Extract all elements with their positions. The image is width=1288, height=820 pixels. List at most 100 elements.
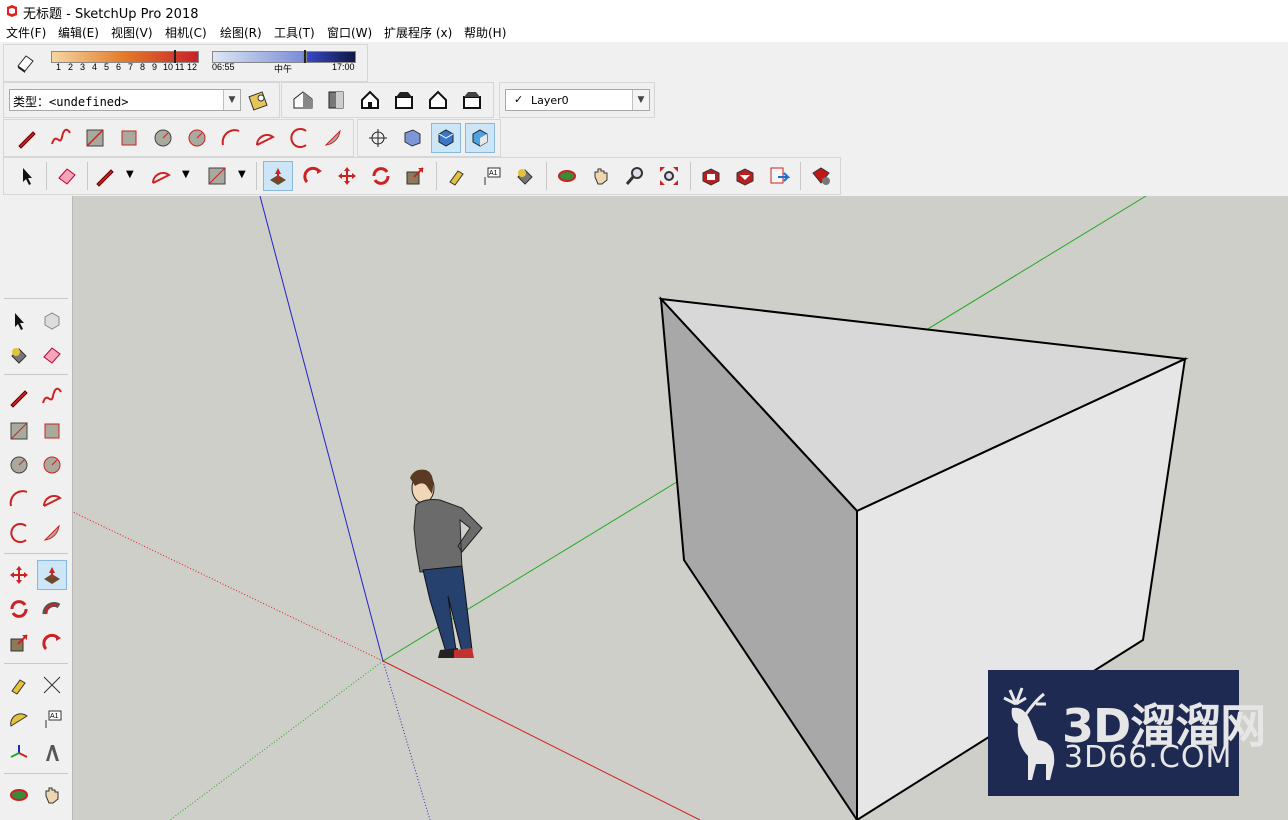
scale-tool-button[interactable] bbox=[400, 161, 430, 191]
follow-me-tool-button[interactable] bbox=[298, 161, 328, 191]
dimension-tool-button[interactable] bbox=[37, 670, 67, 700]
polygon-tool-button[interactable] bbox=[182, 123, 212, 153]
window-title: 无标题 - SketchUp Pro 2018 bbox=[23, 7, 199, 22]
xray-button[interactable] bbox=[397, 123, 427, 153]
dropdown-arrow-icon[interactable]: ▼ bbox=[126, 169, 134, 180]
freehand-tool-button[interactable] bbox=[46, 123, 76, 153]
shadow-toggle-button[interactable] bbox=[10, 48, 40, 78]
three-point-arc-icon bbox=[290, 128, 307, 148]
arc-tool-button[interactable] bbox=[4, 484, 34, 514]
tape-measure-button[interactable] bbox=[442, 161, 472, 191]
axes-icon bbox=[10, 745, 28, 758]
dropdown-arrow-icon[interactable]: ▼ bbox=[182, 169, 190, 180]
scale-figure[interactable] bbox=[410, 469, 483, 658]
rotated-rect-tool-button[interactable] bbox=[37, 416, 67, 446]
red-axis-negative bbox=[73, 511, 384, 662]
front-view-button[interactable] bbox=[355, 85, 385, 115]
3pt-arc-tool-button[interactable] bbox=[284, 123, 314, 153]
top-view-button[interactable] bbox=[321, 85, 351, 115]
paint-bucket-button[interactable] bbox=[510, 161, 540, 191]
move-tool-button[interactable] bbox=[4, 560, 34, 590]
zoom-tool-button[interactable] bbox=[620, 161, 650, 191]
chevron-down-icon[interactable]: ▼ bbox=[632, 90, 649, 110]
tape-measure-button[interactable] bbox=[4, 670, 34, 700]
rectangle-tool-button[interactable] bbox=[80, 123, 110, 153]
protractor-button[interactable] bbox=[4, 704, 34, 734]
textured-style-button[interactable] bbox=[465, 123, 495, 153]
move-tool-button[interactable] bbox=[332, 161, 362, 191]
pan-tool-button[interactable] bbox=[37, 780, 67, 810]
share-component-button[interactable] bbox=[764, 161, 794, 191]
pie-tool-button[interactable] bbox=[318, 123, 348, 153]
follow-me-tool-button[interactable] bbox=[37, 594, 67, 624]
shaded-style-button[interactable] bbox=[431, 123, 461, 153]
rotate-tool-button[interactable] bbox=[4, 594, 34, 624]
shape-tool-dropdown[interactable] bbox=[202, 161, 232, 191]
eraser-tool-button[interactable] bbox=[52, 161, 82, 191]
menu-camera[interactable]: 相机(C) bbox=[165, 24, 207, 41]
make-component-button[interactable] bbox=[37, 306, 67, 336]
pan-tool-button[interactable] bbox=[586, 161, 616, 191]
left-house-icon bbox=[463, 92, 481, 109]
rectangle-tool-button[interactable] bbox=[4, 416, 34, 446]
text-tool-button[interactable]: A1 bbox=[37, 704, 67, 734]
rotate-tool-button[interactable] bbox=[366, 161, 396, 191]
menu-window[interactable]: 窗口(W) bbox=[327, 24, 372, 41]
3d-text-button[interactable] bbox=[37, 738, 67, 768]
push-pull-tool-button[interactable] bbox=[37, 560, 67, 590]
menu-help[interactable]: 帮助(H) bbox=[464, 24, 506, 41]
back-view-button[interactable] bbox=[423, 85, 453, 115]
line-tool-dropdown[interactable] bbox=[90, 161, 120, 191]
warehouse-button[interactable] bbox=[696, 161, 726, 191]
right-view-button[interactable] bbox=[389, 85, 419, 115]
type-selector[interactable]: 类型：<undefined> ▼ bbox=[9, 89, 241, 111]
zoom-extents-button[interactable] bbox=[654, 161, 684, 191]
paint-bucket-button[interactable] bbox=[4, 340, 34, 370]
freehand-tool-button[interactable] bbox=[37, 382, 67, 412]
layer-selector[interactable]: ✓ Layer0 ▼ bbox=[505, 89, 650, 111]
line-tool-button[interactable] bbox=[12, 123, 42, 153]
scale-tool-button[interactable] bbox=[4, 628, 34, 658]
left-view-button[interactable] bbox=[457, 85, 487, 115]
menu-draw[interactable]: 绘图(R) bbox=[220, 24, 262, 41]
text-tool-button[interactable]: A1 bbox=[476, 161, 506, 191]
dropdown-arrow-icon[interactable]: ▼ bbox=[238, 169, 246, 180]
axes-tool-button[interactable] bbox=[4, 738, 34, 768]
menu-tools[interactable]: 工具(T) bbox=[274, 24, 315, 41]
eraser-tool-button[interactable] bbox=[37, 340, 67, 370]
select-tool-button[interactable] bbox=[4, 306, 34, 336]
rotated-rect-tool-button[interactable] bbox=[114, 123, 144, 153]
component-toolbar: 类型：<undefined> ▼ bbox=[3, 82, 280, 118]
2pt-arc-tool-button[interactable] bbox=[250, 123, 280, 153]
menu-extensions[interactable]: 扩展程序 (x) bbox=[384, 24, 452, 41]
position-camera-button[interactable] bbox=[363, 123, 393, 153]
pie-tool-button[interactable] bbox=[37, 518, 67, 548]
select-tool-button[interactable] bbox=[12, 161, 42, 191]
extension-warehouse-button[interactable] bbox=[806, 161, 836, 191]
arc-tool-dropdown[interactable] bbox=[146, 161, 176, 191]
menu-view[interactable]: 视图(V) bbox=[111, 24, 153, 41]
time-slider-thumb[interactable] bbox=[304, 50, 306, 63]
3pt-arc-tool-button[interactable] bbox=[4, 518, 34, 548]
arc-tool-button[interactable] bbox=[216, 123, 246, 153]
offset-tool-button[interactable] bbox=[37, 628, 67, 658]
orbit-tool-button[interactable] bbox=[4, 780, 34, 810]
eraser-shadow-icon bbox=[17, 55, 34, 73]
2pt-arc-tool-button[interactable] bbox=[37, 484, 67, 514]
extension-warehouse-icon bbox=[812, 167, 830, 185]
shaded-cube-icon bbox=[438, 129, 454, 147]
orbit-tool-button[interactable] bbox=[552, 161, 582, 191]
share-model-button[interactable] bbox=[730, 161, 760, 191]
circle-tool-button[interactable] bbox=[4, 450, 34, 480]
month-tick: 2 bbox=[68, 62, 74, 72]
iso-view-button[interactable] bbox=[288, 85, 318, 115]
menu-file[interactable]: 文件(F) bbox=[6, 24, 46, 41]
circle-tool-button[interactable] bbox=[148, 123, 178, 153]
line-tool-button[interactable] bbox=[4, 382, 34, 412]
polygon-tool-button[interactable] bbox=[37, 450, 67, 480]
component-button[interactable] bbox=[244, 85, 274, 115]
chevron-down-icon[interactable]: ▼ bbox=[223, 90, 240, 110]
menu-edit[interactable]: 编辑(E) bbox=[58, 24, 99, 41]
zoom-extents-icon bbox=[660, 167, 678, 185]
push-pull-tool-button[interactable] bbox=[263, 161, 293, 191]
